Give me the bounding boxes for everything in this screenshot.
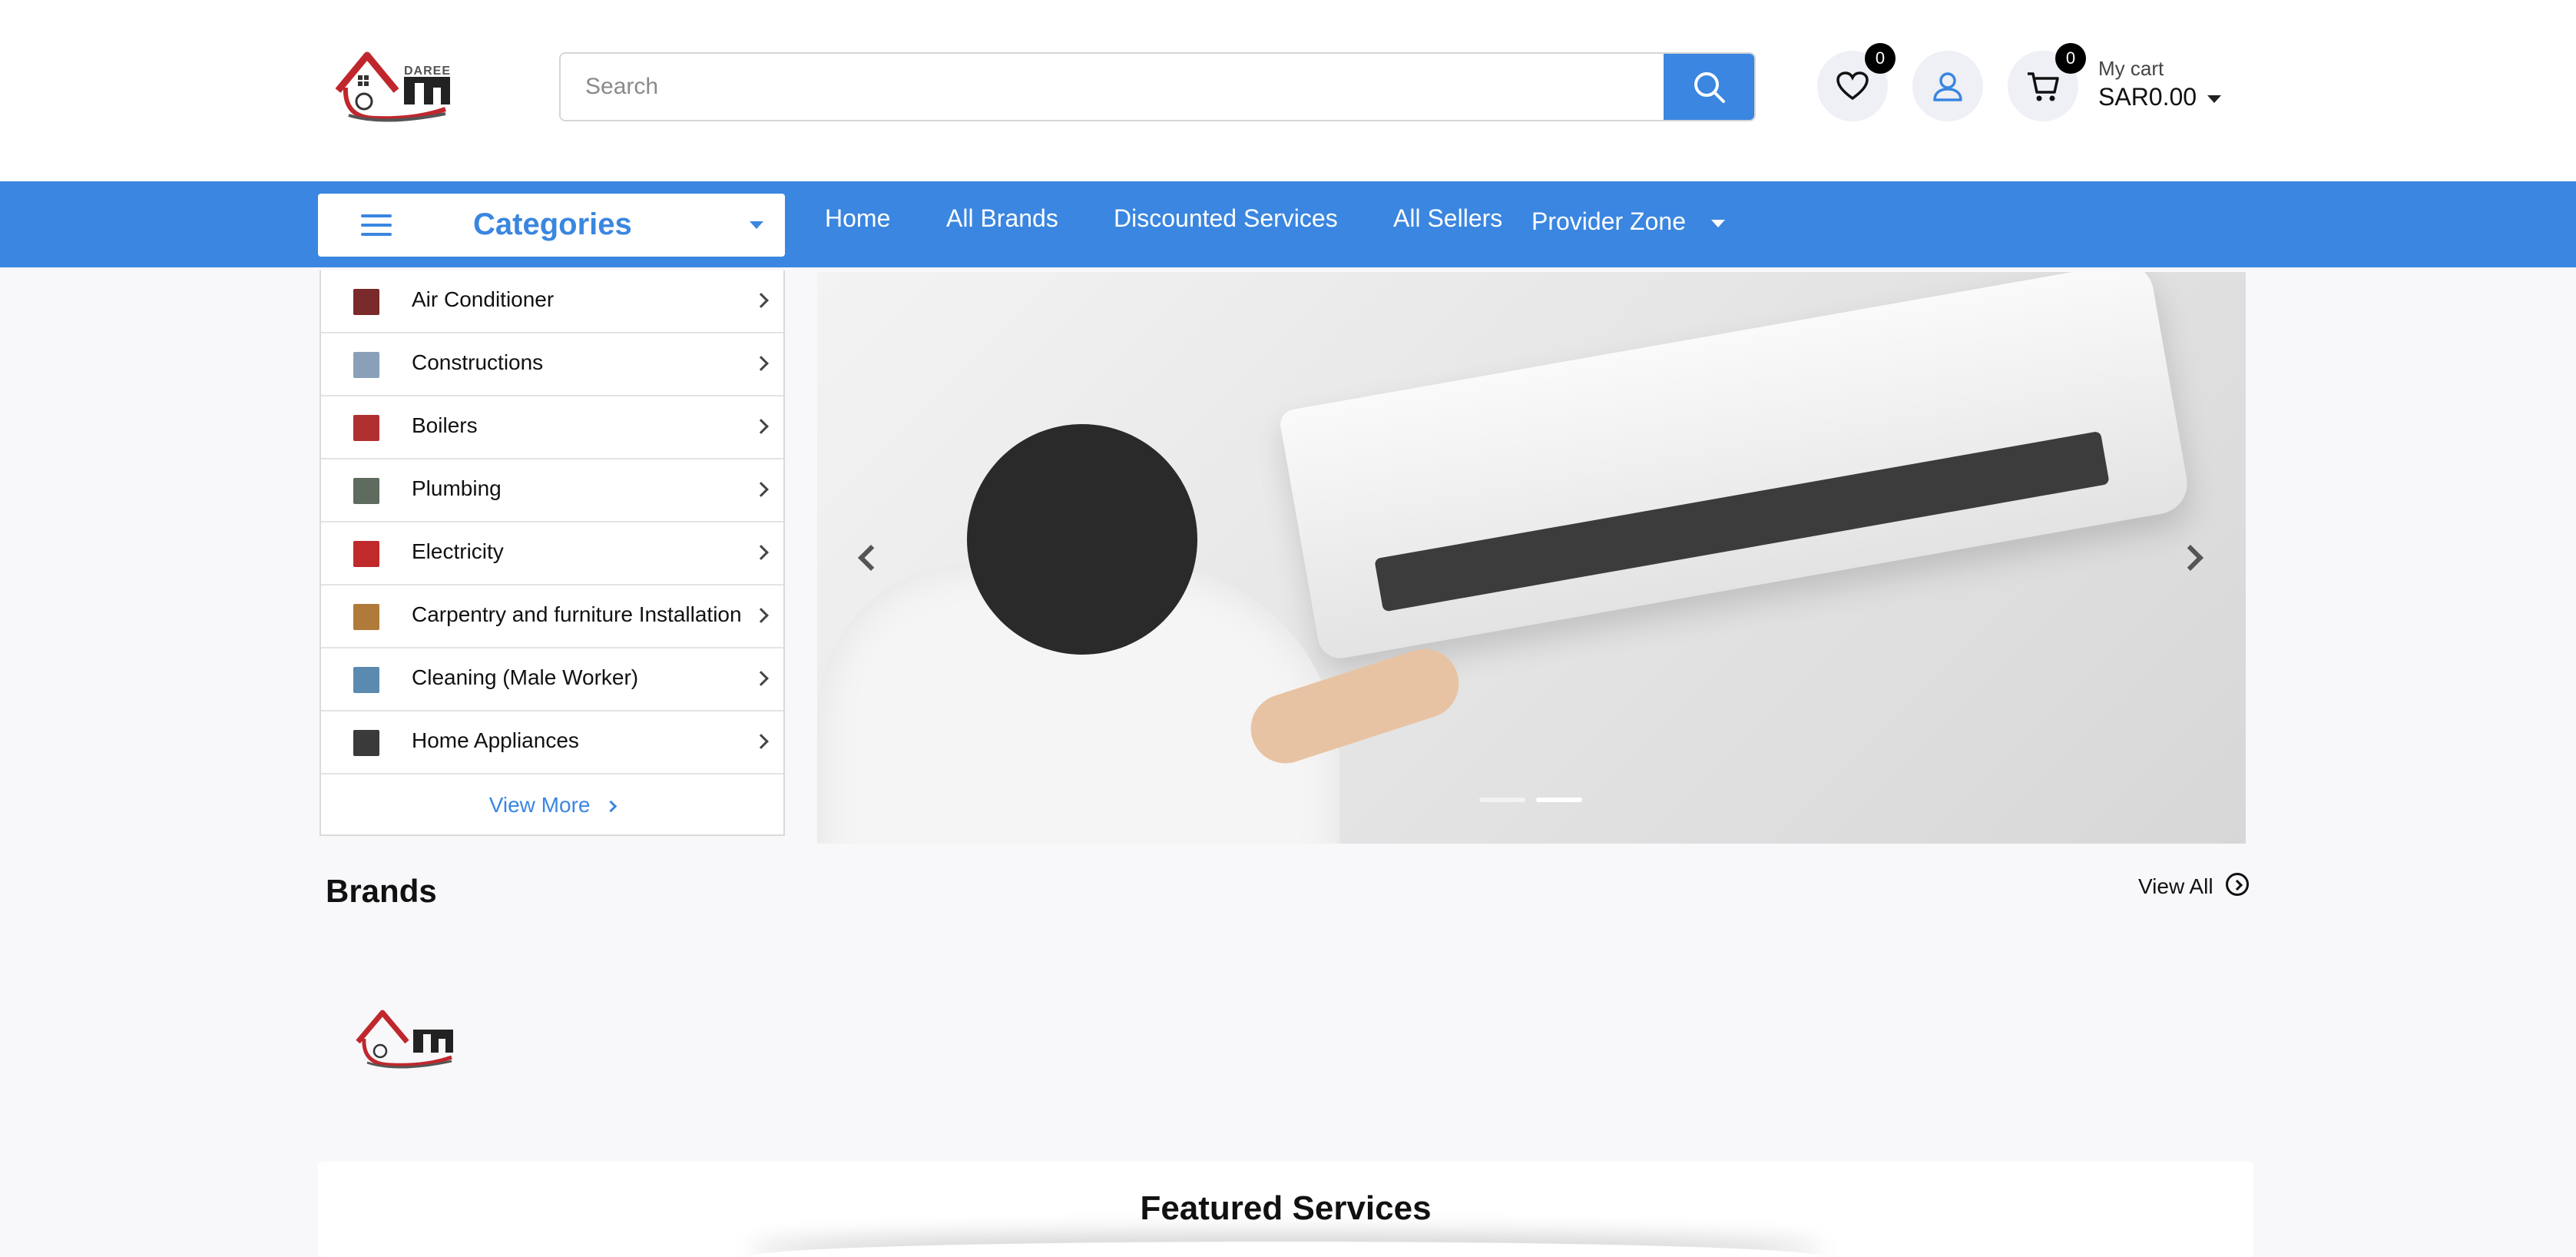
chevron-right-icon	[753, 671, 769, 686]
search-button[interactable]	[1664, 54, 1754, 120]
featured-carousel-edge	[748, 1242, 1823, 1257]
banner-image-detail	[1374, 430, 2110, 612]
nav-discounted-services[interactable]: Discounted Services	[1114, 204, 1338, 233]
chevron-right-icon	[753, 734, 769, 749]
category-label: Constructions	[412, 350, 544, 374]
chevron-right-icon	[753, 293, 769, 308]
chevron-right-icon	[604, 800, 618, 813]
search-icon	[1694, 72, 1725, 103]
nav-all-sellers[interactable]: All Sellers	[1393, 204, 1502, 233]
nav-all-brands[interactable]: All Brands	[946, 204, 1058, 233]
categories-dropdown[interactable]: Categories	[318, 194, 785, 257]
home-appliances-thumbnail-icon	[353, 730, 379, 756]
main-navbar: Categories Home All Brands Discounted Se…	[0, 181, 2576, 267]
brands-view-all-link[interactable]: View All	[2138, 874, 2213, 899]
brand-logo-daree[interactable]	[352, 1003, 467, 1073]
account-button[interactable]	[1912, 51, 1983, 121]
chevron-right-icon	[753, 419, 769, 434]
category-item-constructions[interactable]: Constructions	[321, 333, 783, 396]
plumbing-thumbnail-icon	[353, 478, 379, 504]
carousel-next-arrow-icon[interactable]	[2177, 545, 2204, 571]
cart-total[interactable]: SAR0.00	[2098, 83, 2197, 111]
categories-label: Categories	[473, 207, 632, 241]
carousel-dot[interactable]	[1479, 798, 1525, 802]
user-icon	[1933, 72, 1962, 101]
cart-label: My cart	[2098, 57, 2164, 80]
featured-services-title: Featured Services	[1140, 1189, 1432, 1227]
search-bar	[559, 52, 1756, 121]
featured-services-section: Featured Services	[318, 1162, 2253, 1257]
category-item-carpentry[interactable]: Carpentry and furniture Installation	[321, 585, 783, 648]
cart-dropdown-caret-icon[interactable]	[2207, 95, 2221, 103]
category-label: Boilers	[412, 413, 478, 437]
brands-section-title: Brands	[326, 873, 437, 909]
category-item-plumbing[interactable]: Plumbing	[321, 459, 783, 522]
chevron-right-icon	[753, 608, 769, 623]
search-input[interactable]	[561, 54, 1665, 120]
categories-caret-icon	[750, 221, 763, 229]
wishlist-count-badge: 0	[1865, 43, 1896, 74]
provider-zone-caret-icon[interactable]	[1711, 220, 1725, 227]
heart-icon	[1836, 71, 1869, 101]
category-list: Air Conditioner Constructions Boilers Pl…	[320, 270, 785, 836]
category-item-cleaning[interactable]: Cleaning (Male Worker)	[321, 648, 783, 711]
cleaning-thumbnail-icon	[353, 667, 379, 693]
site-logo[interactable]: DAREE	[330, 45, 465, 128]
carpentry-thumbnail-icon	[353, 604, 379, 630]
category-label: Electricity	[412, 539, 504, 563]
chevron-right-icon	[753, 356, 769, 371]
carousel-prev-arrow-icon[interactable]	[858, 545, 884, 571]
air-conditioner-thumbnail-icon	[353, 289, 379, 315]
category-label: Home Appliances	[412, 728, 579, 752]
cart-icon	[2028, 72, 2059, 101]
cart-count-badge: 0	[2055, 43, 2086, 74]
category-label: Plumbing	[412, 476, 502, 500]
chevron-right-icon	[753, 545, 769, 560]
banner-image	[1278, 272, 2192, 662]
logo-text: DAREE	[404, 65, 452, 78]
hero-banner-carousel[interactable]	[817, 272, 2246, 844]
category-item-home-appliances[interactable]: Home Appliances	[321, 711, 783, 774]
carousel-dot-active[interactable]	[1536, 798, 1582, 802]
banner-image-detail	[967, 424, 1197, 655]
view-more-link[interactable]: View More	[321, 793, 783, 818]
category-item-boilers[interactable]: Boilers	[321, 396, 783, 459]
category-item-air-conditioner[interactable]: Air Conditioner	[321, 270, 783, 333]
electricity-thumbnail-icon	[353, 541, 379, 567]
category-item-electricity[interactable]: Electricity	[321, 522, 783, 585]
hamburger-icon	[361, 214, 392, 242]
boilers-thumbnail-icon	[353, 415, 379, 441]
constructions-thumbnail-icon	[353, 352, 379, 378]
category-label: Carpentry and furniture Installation	[412, 602, 742, 626]
category-label: Air Conditioner	[412, 287, 555, 311]
view-more-label: View More	[488, 793, 591, 817]
nav-home[interactable]: Home	[825, 204, 890, 233]
nav-provider-zone[interactable]: Provider Zone	[1531, 207, 1686, 236]
arrow-circle-right-icon[interactable]	[2226, 873, 2249, 896]
header: DAREE 0 0 My cart SAR0.00	[0, 0, 2576, 181]
brand-house-logo-icon	[356, 1010, 453, 1069]
logo-house-icon	[335, 51, 450, 122]
category-label: Cleaning (Male Worker)	[412, 665, 639, 689]
chevron-right-icon	[753, 482, 769, 497]
